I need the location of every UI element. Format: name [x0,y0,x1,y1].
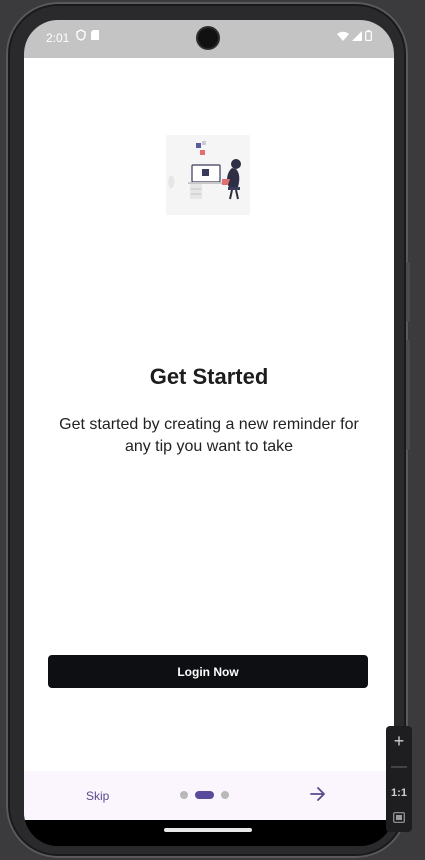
skip-button[interactable]: Skip [86,789,109,803]
page-dot-3[interactable] [221,791,229,799]
page-dot-1[interactable] [180,791,188,799]
fit-screen-button[interactable] [386,806,412,828]
status-right-icons [337,30,372,41]
device-screen: 2:01 Get Started Get started by creating… [24,20,394,846]
person-at-desk-illustration [166,135,250,215]
onboarding-screen: Get Started Get started by creating a ne… [24,58,394,820]
system-nav-bar [24,820,394,846]
actual-size-button[interactable]: 1:1 [386,782,412,804]
status-bar: 2:01 [24,20,394,58]
login-button[interactable]: Login Now [48,655,368,688]
page-subtitle: Get started by creating a new reminder f… [59,416,359,455]
emulator-zoom-toolbar: + — 1:1 [386,726,412,832]
page-indicator [180,791,229,799]
home-gesture-handle[interactable] [164,828,252,832]
sim-card-icon [91,30,99,40]
page-title: Get Started [149,364,269,389]
volume-button[interactable] [406,262,410,322]
page-dot-2-active[interactable] [195,791,214,799]
status-time: 2:01 [46,31,70,45]
onboarding-bottom-bar: Skip [24,771,394,820]
zoom-in-button[interactable]: + [386,730,412,752]
arrow-right-icon[interactable] [309,784,327,804]
shield-icon [76,29,86,41]
signal-icon [352,30,362,41]
zoom-out-button[interactable]: — [386,756,412,778]
front-camera [196,26,220,50]
fit-screen-icon [393,811,405,823]
battery-icon [365,30,372,41]
power-button[interactable] [406,340,410,450]
status-left-icons [76,29,100,41]
wifi-icon [337,31,349,41]
